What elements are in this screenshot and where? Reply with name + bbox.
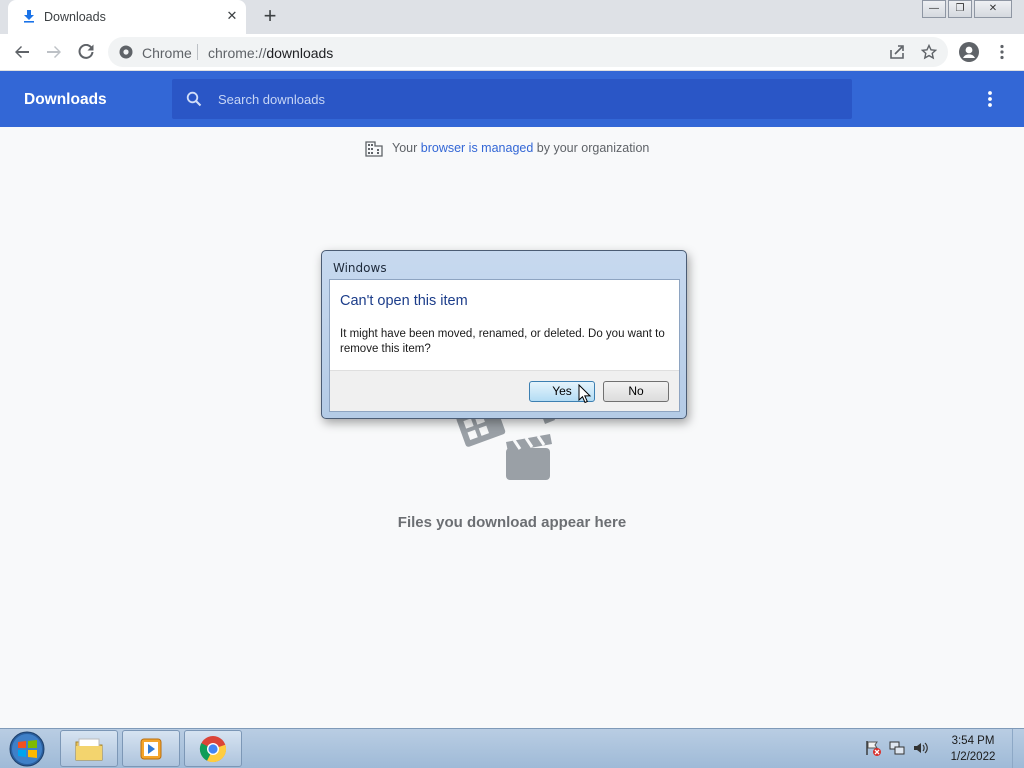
volume-icon[interactable] [912,739,930,757]
back-arrow-icon [15,46,29,58]
close-window-button[interactable]: ✕ [974,0,1012,18]
system-tray [864,739,930,759]
downloads-header: Downloads [0,71,1024,127]
tab-close-icon[interactable]: ✕ [224,8,240,24]
share-icon[interactable] [889,44,905,60]
window-controls: — ❐ ✕ [920,0,1012,18]
show-desktop-button[interactable] [1012,729,1024,768]
clock-date: 1/2/2022 [950,751,996,763]
dialog-footer: Yes No [330,370,679,411]
site-label: Chrome [142,45,192,61]
profile-avatar-icon [959,42,979,62]
network-icon[interactable] [888,739,906,757]
profile-button[interactable] [957,40,981,64]
browser-managed-link[interactable]: browser is managed [421,141,534,155]
dialog-caption: Windows [333,261,387,275]
cant-open-dialog: Windows Can't open this item It might ha… [321,250,687,419]
reload-button[interactable] [74,40,98,64]
mouse-cursor-icon [578,384,592,404]
search-input[interactable] [218,79,818,119]
taskbar: 3:54 PM 1/2/2022 [0,728,1024,768]
download-icon [24,10,34,23]
action-center-flag-icon[interactable] [864,739,882,757]
taskbar-clock[interactable]: 3:54 PM 1/2/2022 [940,733,1006,765]
building-icon [365,141,383,157]
new-tab-button[interactable]: + [259,5,281,28]
chrome-icon [199,735,227,762]
browser-menu-button[interactable] [990,40,1014,64]
forward-arrow-icon [47,46,61,58]
media-player-icon [140,738,162,759]
dialog-body: Can't open this item It might have been … [329,279,680,412]
taskbar-file-explorer[interactable] [60,730,118,767]
more-actions-icon[interactable] [982,89,998,109]
url-scheme: chrome:// [208,45,267,61]
omnibox-separator [197,44,198,60]
search-icon [186,91,202,107]
page-title: Downloads [24,91,107,108]
managed-text: Your browser is managed by your organiza… [392,141,649,155]
kebab-menu-icon [1000,44,1004,60]
browser-toolbar: Chrome chrome://downloads [0,34,1024,71]
bookmark-star-icon[interactable] [921,44,937,60]
address-bar[interactable]: Chrome chrome://downloads [108,37,948,67]
file-explorer-icon [75,738,103,760]
chrome-site-icon [119,45,133,59]
managed-suffix: by your organization [536,141,650,155]
start-orb-icon[interactable] [4,730,50,768]
url-host: downloads [266,45,334,61]
managed-prefix: Your [392,141,418,155]
dialog-message: It might have been moved, renamed, or de… [340,328,665,355]
taskbar-chrome[interactable] [184,730,242,767]
empty-state-message: Files you download appear here [397,514,627,531]
reload-icon [78,44,94,59]
url-text: chrome://downloads [208,45,333,61]
dialog-heading: Can't open this item [340,293,468,309]
restore-button[interactable]: ❐ [948,0,972,18]
back-button[interactable] [10,40,34,64]
search-bar[interactable] [172,79,852,119]
clock-time: 3:54 PM [951,735,995,747]
taskbar-media-player[interactable] [122,730,180,767]
tab-downloads[interactable]: Downloads ✕ [8,0,246,34]
no-button[interactable]: No [603,381,669,402]
tab-strip: Downloads ✕ + — ❐ ✕ [0,0,1024,34]
tab-title: Downloads [44,10,106,24]
minimize-button[interactable]: — [922,0,946,18]
forward-button[interactable] [42,40,66,64]
